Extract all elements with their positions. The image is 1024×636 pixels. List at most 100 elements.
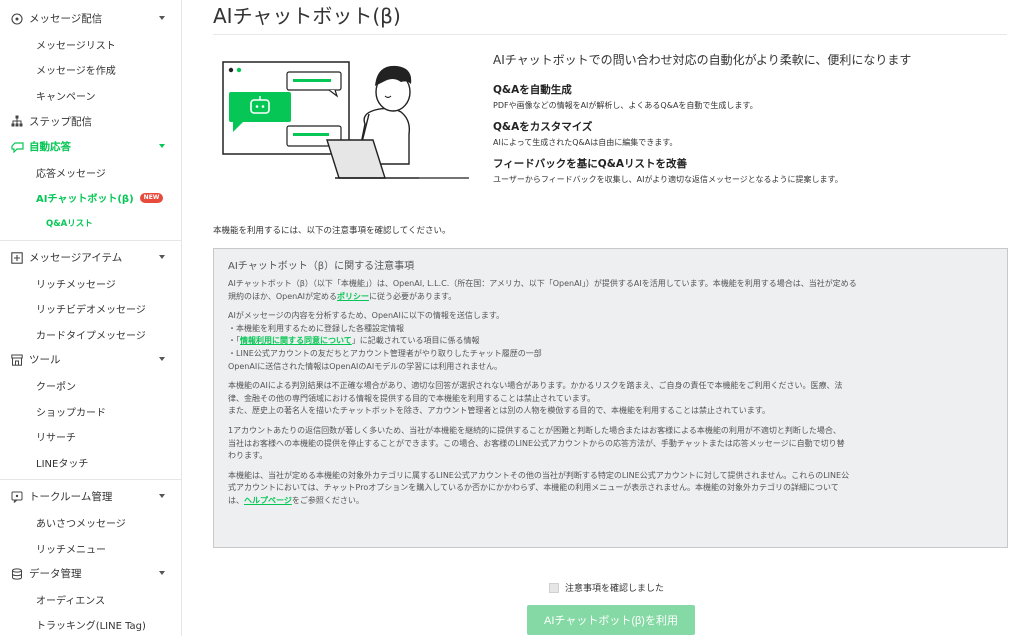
notice-line: ・本機能を利用するために登録した各種設定情報	[228, 323, 404, 333]
sidebar-divider	[0, 479, 181, 481]
sidebar-section-label: メッセージアイテム	[29, 252, 123, 265]
help-page-link[interactable]: ヘルプページ	[244, 496, 292, 505]
sidebar-item-auto-response-message[interactable]: 応答メッセージ	[0, 160, 181, 186]
notice-line: 1アカウントあたりの返信回数が著しく多いため、当社が本機能を継続的に提供すること…	[228, 425, 841, 435]
notice-line: AIチャットボット（β）（以下「本機能」）は、OpenAI, L.L.C.（所在…	[228, 279, 857, 288]
notice-paragraph: 本機能は、当社が定める本機能の対象外カテゴリに属するLINE公式アカウントその他…	[228, 470, 993, 508]
notice-line: 律、金融その他の専門領域における情報を提供する目的で本機能を利用することは禁止さ…	[228, 393, 595, 403]
notice-line: また、歴史上の著名人を描いたチャットボットを除き、アカウント管理者とは別の人物を…	[228, 406, 770, 416]
notice-line: 規約のほか、OpenAIが定めるポリシーに従う必要があります。	[228, 291, 993, 304]
notice-paragraph: 本機能のAIによる判別結果は不正確な場合があり、適切な回答が選択されない場合があ…	[228, 380, 993, 418]
title-divider	[213, 34, 1007, 35]
sidebar-item-coupon[interactable]: クーポン	[0, 373, 181, 399]
notice-paragraph: 1アカウントあたりの返信回数が著しく多いため、当社が本機能を継続的に提供すること…	[228, 425, 993, 463]
notice-text: 規約のほか、OpenAIが定める	[228, 291, 338, 301]
database-icon	[10, 567, 24, 581]
sidebar-section-label: ツール	[29, 354, 61, 367]
sidebar-item-campaign[interactable]: キャンペーン	[0, 83, 181, 109]
broadcast-icon	[10, 12, 24, 26]
sidebar-item-line-touch[interactable]: LINEタッチ	[0, 450, 181, 476]
chevron-down-icon[interactable]	[159, 494, 165, 499]
sidebar-section-label: メッセージ配信	[29, 13, 103, 26]
sidebar-item-rich-message[interactable]: リッチメッセージ	[0, 270, 181, 296]
sidebar-divider	[0, 239, 181, 241]
sidebar-item-rich-video-message[interactable]: リッチビデオメッセージ	[0, 296, 181, 322]
hero-illustration	[219, 54, 479, 194]
notice-line: ・LINE公式アカウントの友だちとアカウント管理者がやり取りしたチャット履歴の一…	[228, 348, 542, 358]
sidebar-section-message-delivery[interactable]: メッセージ配信	[0, 6, 181, 32]
sidebar-section-data-management[interactable]: データ管理	[0, 561, 181, 587]
feature-desc: ユーザーからフィードバックを収集し、AIがより適切な返信メッセージとなるように提…	[493, 175, 843, 184]
confirm-checkbox[interactable]	[549, 582, 559, 593]
sidebar-item-audience[interactable]: オーディエンス	[0, 586, 181, 612]
new-badge: NEW	[139, 192, 164, 203]
chevron-down-icon[interactable]	[159, 570, 165, 575]
notice-line: は、ヘルプページをご参照ください。	[228, 495, 993, 508]
feature-desc: PDFや画像などの情報をAIが解析し、よくあるQ&Aを自動で生成します。	[493, 101, 758, 110]
feature-title: Q&Aをカスタマイズ	[493, 121, 593, 133]
feature-item: フィードバックを基にQ&Aリストを改善 ユーザーからフィードバックを収集し、AI…	[493, 156, 1013, 185]
chevron-down-icon[interactable]	[159, 16, 165, 20]
sidebar-item-qa-list[interactable]: Q&Aリスト	[0, 211, 181, 236]
plus-square-icon	[10, 251, 24, 265]
policy-link[interactable]: ポリシー	[337, 292, 369, 301]
feature-desc: AIによって生成されたQ&Aは自由に編集できます。	[493, 138, 678, 147]
notice-box: AIチャットボット（β）に関する注意事項 AIチャットボット（β）（以下「本機能…	[213, 248, 1008, 548]
notice-line: 当社はお客様への本機能の提供を停止することができます。この場合、お客様のLINE…	[228, 438, 845, 448]
sidebar-section-label: トークルーム管理	[29, 491, 113, 504]
sidebar-section-label: ステップ配信	[29, 115, 92, 128]
sidebar-item-card-type-message[interactable]: カードタイプメッセージ	[0, 322, 181, 348]
sidebar-item-message-list[interactable]: メッセージリスト	[0, 32, 181, 58]
intro-text: 本機能を利用するには、以下の注意事項を確認してください。	[213, 226, 451, 236]
sidebar-item-tracking[interactable]: トラッキング(LINE Tag)	[0, 612, 181, 636]
hero-text: AIチャットボットでの問い合わせ対応の自動化がより柔軟に、便利になります Q&A…	[493, 51, 1013, 193]
notice-line: 式アカウントにおいては、チャットProオプションを購入しているか否かにかかわらず…	[228, 483, 839, 493]
sidebar-section-label: データ管理	[29, 568, 82, 581]
notice-line: ・「情報利用に関する同意について」に記載されている項目に係る情報	[228, 335, 993, 348]
sidebar-section-step-delivery[interactable]: ステップ配信	[0, 108, 181, 134]
notice-heading: AIチャットボット（β）に関する注意事項	[228, 261, 415, 272]
chevron-down-icon[interactable]	[159, 143, 165, 148]
sidebar-item-create-message[interactable]: メッセージを作成	[0, 57, 181, 83]
store-icon	[10, 353, 24, 367]
use-ai-chatbot-button[interactable]: AIチャットボット(β)を利用	[527, 605, 695, 635]
notice-line: 本機能は、当社が定める本機能の対象外カテゴリに属するLINE公式アカウントその他…	[228, 470, 850, 480]
notice-line: OpenAIに送信された情報はOpenAIのAIモデルの学習には利用されません。	[228, 361, 502, 371]
sidebar-item-greeting-message[interactable]: あいさつメッセージ	[0, 510, 181, 536]
sidebar-item-ai-chatbot[interactable]: AIチャットボット(β) NEW	[0, 185, 181, 211]
sitemap-icon	[10, 114, 24, 128]
feature-title: Q&Aを自動生成	[493, 84, 572, 96]
sidebar-section-label: 自動応答	[29, 141, 71, 154]
notice-text: に従う必要があります。	[369, 291, 457, 301]
data-consent-link[interactable]: 情報利用に関する同意について	[240, 336, 352, 345]
chevron-down-icon[interactable]	[159, 357, 165, 362]
sidebar-section-chat-room[interactable]: トークルーム管理	[0, 484, 181, 510]
notice-text: ・「	[228, 336, 240, 346]
confirm-label: 注意事項を確認しました	[565, 584, 665, 594]
sidebar: メッセージ配信 メッセージリスト メッセージを作成 キャンペーン ステップ配信 …	[0, 0, 182, 636]
notice-line: わります。	[228, 451, 268, 461]
notice-text: は、	[228, 495, 244, 505]
notice-text: をご参照ください。	[291, 495, 364, 505]
page-title: AIチャットボット(β)	[213, 4, 401, 28]
notice-line: 本機能のAIによる判別結果は不正確な場合があり、適切な回答が選択されない場合があ…	[228, 381, 843, 391]
sidebar-section-message-items[interactable]: メッセージアイテム	[0, 245, 181, 271]
sidebar-item-rich-menu[interactable]: リッチメニュー	[0, 535, 181, 561]
feature-item: Q&Aをカスタマイズ AIによって生成されたQ&Aは自由に編集できます。	[493, 119, 1013, 148]
feature-title: フィードバックを基にQ&Aリストを改善	[493, 158, 687, 170]
hero-lead: AIチャットボットでの問い合わせ対応の自動化がより柔軟に、便利になります	[493, 53, 912, 67]
chevron-down-icon[interactable]	[159, 254, 165, 259]
sidebar-item-research[interactable]: リサーチ	[0, 424, 181, 450]
sidebar-item-label: AIチャットボット(β)	[36, 194, 134, 206]
confirm-checkbox-row[interactable]: 注意事項を確認しました	[549, 581, 664, 594]
main-content: AIチャットボット(β) AIチャットボットでの問い合わせ対応の自動化がより柔軟…	[183, 0, 1024, 636]
sidebar-section-auto-reply[interactable]: 自動応答	[0, 134, 181, 160]
sidebar-section-tools[interactable]: ツール	[0, 347, 181, 373]
chat-bubble-icon	[10, 140, 24, 154]
chat-room-icon	[10, 490, 24, 504]
feature-item: Q&Aを自動生成 PDFや画像などの情報をAIが解析し、よくあるQ&Aを自動で生…	[493, 82, 1013, 111]
notice-paragraph: AIがメッセージの内容を分析するため、OpenAIに以下の情報を送信します。 ・…	[228, 310, 993, 373]
sidebar-item-shop-card[interactable]: ショップカード	[0, 398, 181, 424]
notice-paragraph: AIチャットボット（β）（以下「本機能」）は、OpenAI, L.L.C.（所在…	[228, 278, 993, 303]
notice-line: AIがメッセージの内容を分析するため、OpenAIに以下の情報を送信します。	[228, 311, 505, 321]
